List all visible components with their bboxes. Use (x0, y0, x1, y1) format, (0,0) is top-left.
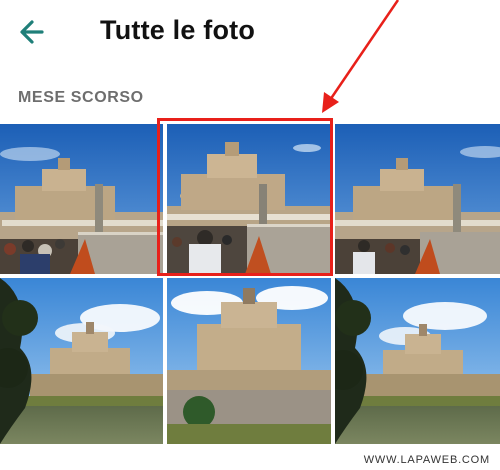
app-bar: Tutte le foto (0, 0, 500, 66)
photo-thumbnail-4[interactable] (0, 278, 163, 444)
photo-thumbnail-2[interactable] (167, 124, 331, 274)
watermark: WWW.LAPAWEB.COM (363, 454, 490, 466)
photo-thumbnail-1[interactable] (0, 124, 163, 274)
photo-thumbnail-3[interactable] (335, 124, 500, 274)
photo-grid (0, 124, 500, 444)
back-button[interactable] (14, 14, 52, 50)
arrow-left-icon (20, 20, 44, 44)
photo-thumbnail-6[interactable] (335, 278, 500, 444)
section-header: MESE SCORSO (18, 89, 144, 106)
page-title: Tutte le foto (100, 15, 256, 45)
photo-thumbnail-5[interactable] (167, 278, 331, 444)
